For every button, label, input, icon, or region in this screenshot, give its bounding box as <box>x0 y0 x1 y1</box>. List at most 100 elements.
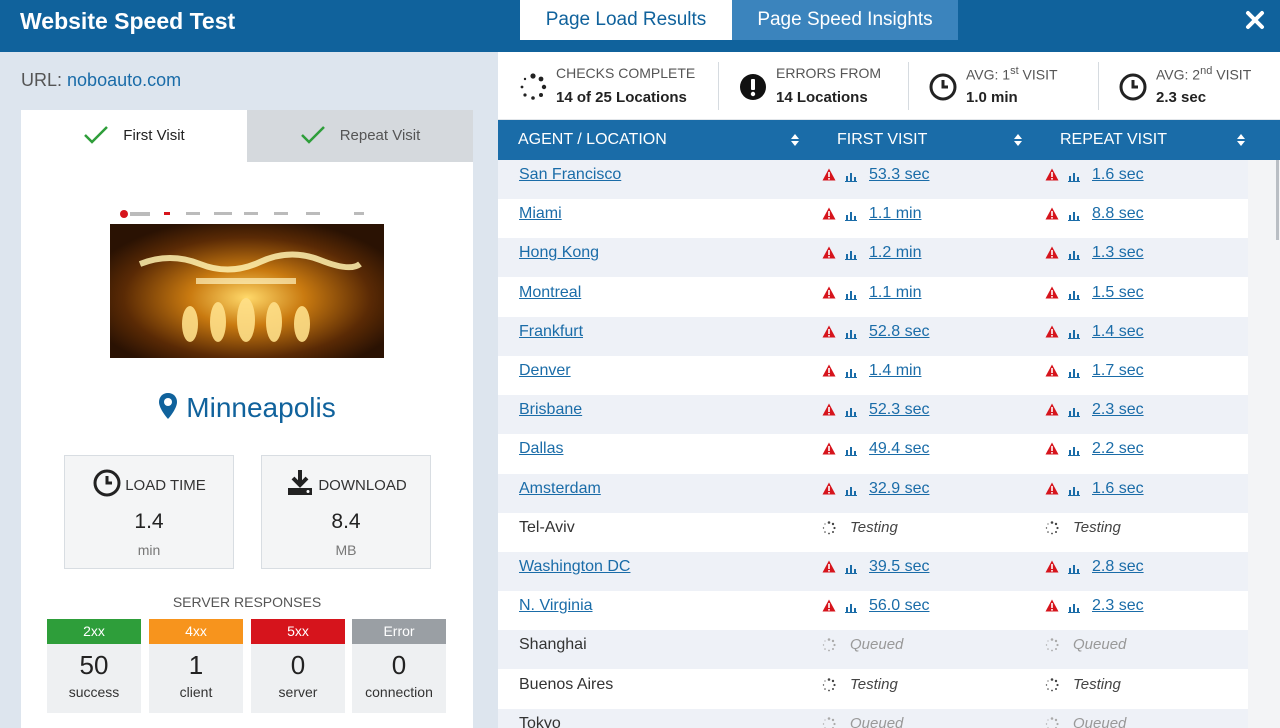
warning-icon[interactable] <box>1045 560 1059 573</box>
warning-icon[interactable] <box>822 560 836 573</box>
warning-icon[interactable] <box>822 442 836 455</box>
waterfall-chart-icon[interactable] <box>1068 443 1080 457</box>
tab-first-visit[interactable]: First Visit <box>21 110 247 162</box>
repeat-visit-time[interactable]: 1.6 sec <box>1092 474 1144 504</box>
download-icon <box>288 470 313 495</box>
first-visit-time[interactable]: 1.4 min <box>869 356 921 386</box>
warning-icon[interactable] <box>822 168 836 181</box>
repeat-visit-time[interactable]: 2.2 sec <box>1092 434 1144 464</box>
repeat-visit-time[interactable]: 2.3 sec <box>1092 395 1144 425</box>
warning-icon[interactable] <box>1045 286 1059 299</box>
repeat-visit-time[interactable]: 2.8 sec <box>1092 552 1144 582</box>
response-5xx: 5xx 0 server <box>251 619 345 713</box>
repeat-visit-time[interactable]: 1.5 sec <box>1092 278 1144 308</box>
waterfall-chart-icon[interactable] <box>1068 365 1080 378</box>
first-visit-time[interactable]: 1.1 min <box>869 278 921 308</box>
first-visit-time[interactable]: 1.1 min <box>869 199 921 229</box>
first-visit-time[interactable]: 32.9 sec <box>869 474 929 504</box>
warning-icon[interactable] <box>1045 207 1059 220</box>
location-name[interactable]: Miami <box>519 199 562 238</box>
checks-complete-label: CHECKS COMPLETE <box>556 65 696 81</box>
warning-icon[interactable] <box>1045 442 1059 455</box>
location-name[interactable]: Frankfurt <box>519 317 583 356</box>
warning-icon[interactable] <box>822 403 836 416</box>
warning-icon[interactable] <box>1045 403 1059 416</box>
table-row: Brisbane 52.3 sec 2.3 sec <box>498 395 1248 435</box>
waterfall-chart-icon[interactable] <box>845 365 857 378</box>
column-header-first-visit[interactable]: FIRST VISIT <box>837 120 927 160</box>
waterfall-chart-icon[interactable] <box>845 169 857 182</box>
waterfall-chart-icon[interactable] <box>845 483 857 496</box>
warning-icon[interactable] <box>822 364 836 377</box>
waterfall-chart-icon[interactable] <box>1068 483 1080 496</box>
divider <box>908 62 909 110</box>
first-visit-time[interactable]: 52.3 sec <box>869 395 929 425</box>
warning-icon[interactable] <box>822 207 836 220</box>
sort-icon[interactable] <box>790 132 800 148</box>
waterfall-chart-icon[interactable] <box>1068 169 1080 182</box>
warning-icon[interactable] <box>822 599 836 612</box>
waterfall-chart-icon[interactable] <box>845 561 857 574</box>
location-name: Shanghai <box>519 636 587 654</box>
waterfall-chart-icon[interactable] <box>1068 326 1080 339</box>
results-table-body: San Francisco 53.3 sec 1.6 sec Miami 1.1 min… <box>498 160 1248 728</box>
waterfall-chart-icon[interactable] <box>845 326 857 339</box>
first-visit-time[interactable]: 1.2 min <box>869 238 921 268</box>
first-visit-time[interactable]: 52.8 sec <box>869 317 929 347</box>
waterfall-chart-icon[interactable] <box>1068 247 1080 261</box>
warning-icon[interactable] <box>1045 599 1059 612</box>
column-header-repeat-visit[interactable]: REPEAT VISIT <box>1060 120 1167 160</box>
close-icon[interactable] <box>1242 6 1268 34</box>
waterfall-chart-icon[interactable] <box>845 247 857 261</box>
waterfall-chart-icon[interactable] <box>1068 404 1080 418</box>
first-visit-time[interactable]: 56.0 sec <box>869 591 929 621</box>
location-name[interactable]: Brisbane <box>519 395 582 434</box>
waterfall-chart-icon[interactable] <box>845 208 857 222</box>
waterfall-chart-icon[interactable] <box>845 600 857 614</box>
repeat-visit-time[interactable]: 8.8 sec <box>1092 199 1144 229</box>
location-name[interactable]: Montreal <box>519 278 581 317</box>
column-header-location[interactable]: AGENT / LOCATION <box>518 120 667 160</box>
location-name[interactable]: Amsterdam <box>519 474 601 513</box>
repeat-visit-time[interactable]: 1.3 sec <box>1092 238 1144 268</box>
location-name[interactable]: N. Virginia <box>519 591 593 630</box>
repeat-visit-time[interactable]: 1.4 sec <box>1092 317 1144 347</box>
sort-icon[interactable] <box>1236 132 1246 148</box>
url-link[interactable]: noboauto.com <box>67 70 181 90</box>
waterfall-chart-icon[interactable] <box>845 287 857 300</box>
first-visit-time[interactable]: 49.4 sec <box>869 434 929 464</box>
waterfall-chart-icon[interactable] <box>1068 208 1080 222</box>
waterfall-chart-icon[interactable] <box>845 404 857 418</box>
waterfall-chart-icon[interactable] <box>1068 600 1080 614</box>
sort-icon[interactable] <box>1013 132 1023 148</box>
warning-icon[interactable] <box>1045 246 1059 259</box>
location-name[interactable]: San Francisco <box>519 160 621 199</box>
warning-icon[interactable] <box>1045 482 1059 495</box>
download-stat: DOWNLOAD 8.4 MB <box>261 455 431 569</box>
warning-icon[interactable] <box>1045 168 1059 181</box>
first-visit-time[interactable]: 39.5 sec <box>869 552 929 582</box>
location-name[interactable]: Hong Kong <box>519 238 599 277</box>
location-name[interactable]: Dallas <box>519 434 563 473</box>
warning-icon[interactable] <box>822 286 836 299</box>
waterfall-chart-icon[interactable] <box>1068 287 1080 300</box>
repeat-visit-time[interactable]: 2.3 sec <box>1092 591 1144 621</box>
repeat-visit-time[interactable]: 1.7 sec <box>1092 356 1144 386</box>
warning-icon[interactable] <box>822 325 836 338</box>
warning-icon[interactable] <box>1045 325 1059 338</box>
tab-page-speed-insights[interactable]: Page Speed Insights <box>732 0 958 40</box>
warning-icon[interactable] <box>822 246 836 259</box>
waterfall-chart-icon[interactable] <box>845 443 857 457</box>
tab-repeat-visit[interactable]: Repeat Visit <box>247 110 473 162</box>
first-visit-time[interactable]: 53.3 sec <box>869 160 929 190</box>
warning-icon[interactable] <box>822 482 836 495</box>
repeat-visit-time[interactable]: 1.6 sec <box>1092 160 1144 190</box>
location-name[interactable]: Denver <box>519 356 571 395</box>
tab-page-load-results[interactable]: Page Load Results <box>520 0 732 40</box>
map-pin-icon <box>159 393 178 419</box>
waterfall-chart-icon[interactable] <box>1068 561 1080 574</box>
location-name[interactable]: Washington DC <box>519 552 630 591</box>
warning-icon[interactable] <box>1045 364 1059 377</box>
scrollbar-thumb[interactable] <box>1276 160 1279 240</box>
scrollbar[interactable] <box>1248 160 1280 728</box>
